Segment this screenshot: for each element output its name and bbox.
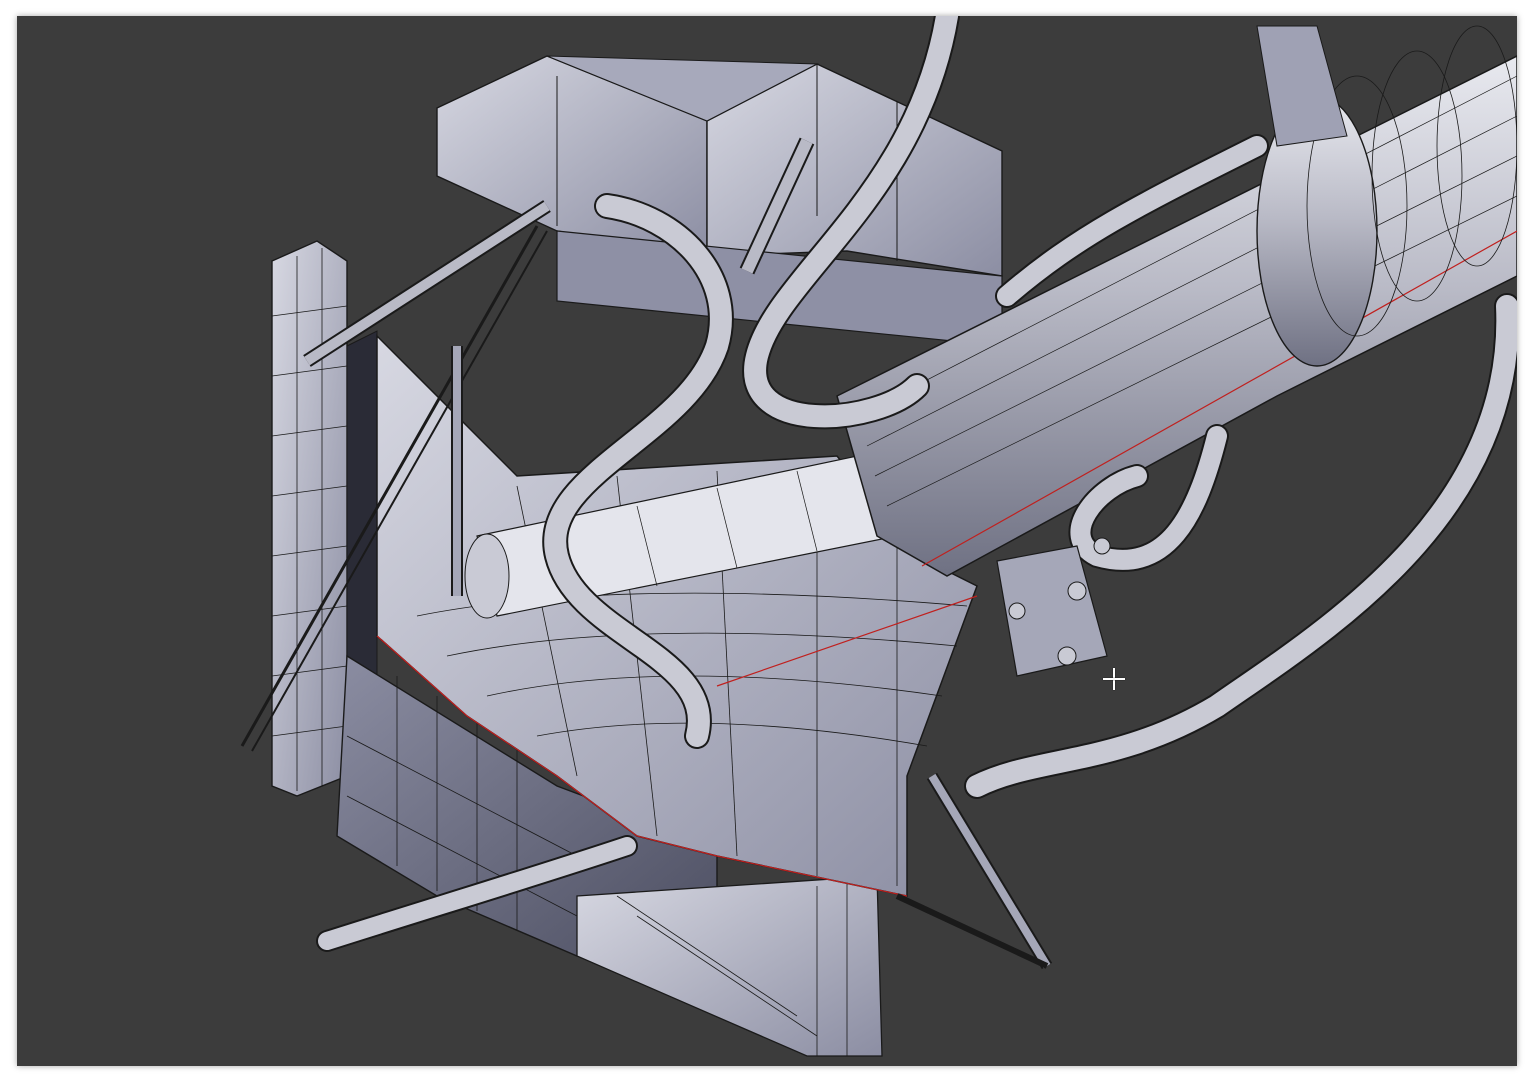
3d-viewport[interactable]: [17, 16, 1517, 1066]
mesh-render: [240, 16, 1517, 1057]
